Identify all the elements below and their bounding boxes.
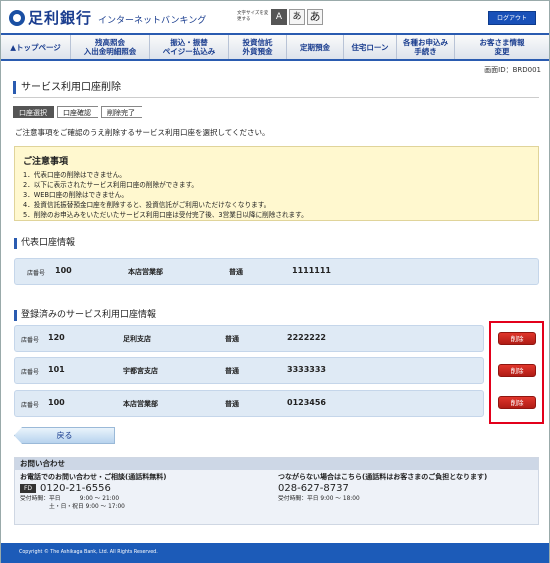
branch-number: 100 <box>55 266 72 275</box>
nav-item-label: 投資信託 外貨預金 <box>242 38 273 56</box>
logout-button[interactable]: ログアウト <box>488 11 536 25</box>
contact-heading: お電話でのお問い合わせ・ご相談(通話料無料) <box>20 473 167 481</box>
free-dial-icon: FD <box>20 483 36 493</box>
representative-account-row: 店番号 100 本店営業部 普通 1111111 <box>14 258 539 285</box>
nav-item-applications[interactable]: 各種お申込み 手続き <box>397 35 455 59</box>
registered-account-row: 店番号 101 宇都宮支店 普通 3333333 <box>14 357 484 384</box>
nav-item-top[interactable]: ▲トップページ <box>1 35 71 59</box>
branch-name: 足利支店 <box>123 335 151 343</box>
registered-section-title: 登録済みのサービス利用口座情報 <box>14 310 156 321</box>
account-number: 3333333 <box>287 365 326 374</box>
branch-label: 店番号 <box>21 369 40 376</box>
page-title-bar: サービス利用口座削除 <box>13 81 539 98</box>
nav-item-time-deposit[interactable]: 定期預金 <box>287 35 344 59</box>
nav-item-housing-loan[interactable]: 住宅ローン <box>344 35 397 59</box>
font-size-medium-button[interactable]: あ <box>289 9 305 25</box>
contact-hours: 土・日・祝日 9:00 ～ 17:00 <box>20 504 125 510</box>
representative-section-title: 代表口座情報 <box>14 238 75 249</box>
font-size-label: 文字サイズを変更する <box>237 11 269 22</box>
contact-box: お問い合わせ お電話でのお問い合わせ・ご相談(通話料無料) FD 0120-21-… <box>14 457 539 525</box>
nav-item-label: 各種お申込み 手続き <box>403 38 448 56</box>
screen-id: 画面ID：BRD001 <box>484 66 541 74</box>
nav-item-investment[interactable]: 投資信託 外貨預金 <box>229 35 287 59</box>
account-type: 普通 <box>225 367 239 375</box>
page-frame: 足利銀行 インターネットバンキング 文字サイズを変更する A あ あ ログアウト… <box>0 0 550 563</box>
notice-box: ご注意事項 1．代表口座の削除はできません。 2．以下に表示されたサービス利用口… <box>14 146 539 221</box>
toll-phone[interactable]: 028-627-8737 <box>278 482 487 495</box>
nav-item-label: ▲トップページ <box>10 42 61 52</box>
contact-toll: つながらない場合はこちら(通話料はお客さまのご負担となります) 028-627-… <box>278 473 487 503</box>
nav-item-label: 住宅ローン <box>351 42 389 52</box>
step-account-select: 口座選択 <box>13 106 54 118</box>
nav-item-label: 振込・振替 ペイジー払込み <box>162 38 216 56</box>
font-size-switcher: 文字サイズを変更する A あ あ <box>237 9 323 25</box>
service-name: インターネットバンキング <box>98 16 207 26</box>
contact-title: お問い合わせ <box>15 458 538 470</box>
lead-text: ご注意事項をご確認のうえ削除するサービス利用口座を選択してください。 <box>15 128 270 137</box>
branch-label: 店番号 <box>21 402 40 409</box>
branch-number: 100 <box>48 398 65 407</box>
bank-logo-icon <box>9 9 25 26</box>
nav-item-label: 残高照会 入出金明細照会 <box>83 38 137 56</box>
branch-label: 店番号 <box>21 337 40 344</box>
global-nav: ▲トップページ 残高照会 入出金明細照会 振込・振替 ペイジー払込み 投資信託 … <box>1 33 549 61</box>
registered-account-row: 店番号 120 足利支店 普通 2222222 <box>14 325 484 352</box>
notice-line: 4．投資信託振替預金口座を削除すると、投資信託がご利用いただけなくなります。 <box>23 201 271 209</box>
back-button[interactable]: 戻る <box>14 427 115 444</box>
branch-name: 本店営業部 <box>123 400 158 408</box>
nav-item-customer-info[interactable]: お客さま情報 変更 <box>455 35 549 59</box>
progress-steps: 口座選択 口座確認 削除完了 <box>13 106 145 118</box>
notice-line: 3．WEB口座の削除はできません。 <box>23 191 128 199</box>
nav-item-label: 定期預金 <box>300 42 330 52</box>
bank-logo[interactable]: 足利銀行 インターネットバンキング <box>9 7 206 28</box>
nav-item-transfer[interactable]: 振込・振替 ペイジー払込み <box>150 35 229 59</box>
account-type: 普通 <box>229 268 243 276</box>
free-dial-phone[interactable]: 0120-21-6556 <box>40 483 111 494</box>
branch-name: 本店営業部 <box>128 268 163 276</box>
footer-copyright: Copyright © The Ashikaga Bank, Ltd. All … <box>1 543 549 563</box>
nav-item-label: お客さま情報 変更 <box>479 38 525 56</box>
font-size-small-button[interactable]: A <box>271 9 287 25</box>
account-number: 0123456 <box>287 398 326 407</box>
delete-buttons-highlight <box>489 321 544 424</box>
branch-name: 宇都宮支店 <box>123 367 158 375</box>
branch-number: 101 <box>48 365 65 374</box>
notice-title: ご注意事項 <box>23 157 69 167</box>
header: 足利銀行 インターネットバンキング 文字サイズを変更する A あ あ ログアウト <box>1 1 549 33</box>
account-number: 2222222 <box>287 333 326 342</box>
step-delete-complete: 削除完了 <box>101 106 142 118</box>
notice-line: 1．代表口座の削除はできません。 <box>23 171 126 179</box>
contact-hours: 受付時間：平日 9:00 ～ 21:00 <box>20 496 120 502</box>
contact-free-dial: お電話でのお問い合わせ・ご相談(通話料無料) FD 0120-21-6556 受付… <box>20 473 166 511</box>
font-size-large-button[interactable]: あ <box>307 9 323 25</box>
nav-item-balance[interactable]: 残高照会 入出金明細照会 <box>71 35 150 59</box>
branch-number: 120 <box>48 333 65 342</box>
notice-line: 5．削除のお申込みをいただいたサービス利用口座は受付完了後、3営業日以降に削除さ… <box>23 211 308 219</box>
page-title: サービス利用口座削除 <box>13 81 539 94</box>
bank-name: 足利銀行 <box>28 9 93 27</box>
registered-account-row: 店番号 100 本店営業部 普通 0123456 <box>14 390 484 417</box>
branch-label: 店番号 <box>27 270 46 277</box>
step-account-confirm: 口座確認 <box>57 106 98 118</box>
contact-hours: 受付時間：平日 9:00 ～ 18:00 <box>278 496 360 502</box>
account-type: 普通 <box>225 335 239 343</box>
account-number: 1111111 <box>292 266 331 275</box>
notice-line: 2．以下に表示されたサービス利用口座の削除ができます。 <box>23 181 198 189</box>
contact-heading: つながらない場合はこちら(通話料はお客さまのご負担となります) <box>278 473 488 481</box>
account-type: 普通 <box>225 400 239 408</box>
